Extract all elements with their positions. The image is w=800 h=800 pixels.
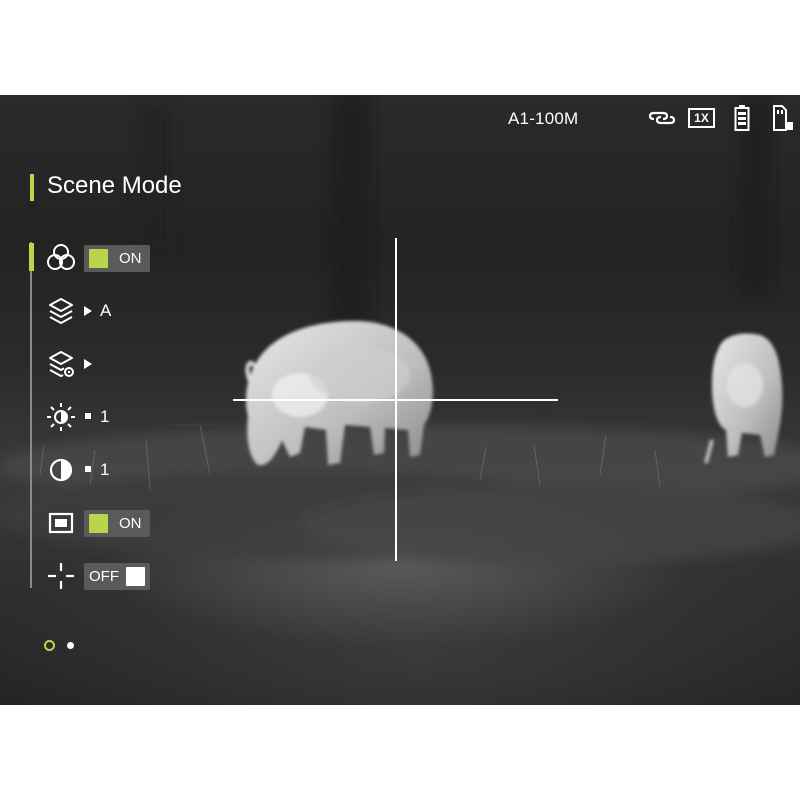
page-dot[interactable] [67, 642, 74, 649]
toggle-knob [89, 514, 108, 533]
page-dot-current[interactable] [44, 640, 55, 651]
layers-icon [49, 298, 73, 324]
submenu-arrow-icon [84, 306, 92, 316]
crosshair-icon [48, 563, 74, 589]
menu-active-indicator [29, 243, 34, 271]
palette-toggle[interactable]: ON [84, 245, 150, 272]
link-icon [648, 111, 676, 125]
toggle-knob [126, 567, 145, 586]
contrast-icon [49, 458, 73, 482]
zoom-level-label: 1X [694, 111, 709, 125]
range-mode-label: A1-100M [508, 109, 579, 128]
reticle-toggle[interactable]: OFF [84, 563, 150, 590]
zoom-1x-icon: 1X [688, 108, 715, 128]
battery-icon [734, 105, 750, 131]
value-marker-icon [85, 466, 91, 472]
toggle-state-label: ON [119, 250, 142, 267]
brightness-sun-icon [47, 403, 75, 431]
layers-settings-icon [49, 351, 74, 377]
scene-layer-value: A [100, 301, 112, 320]
submenu-arrow-icon [84, 359, 92, 369]
brightness-value: 1 [100, 407, 110, 426]
value-marker-icon [85, 413, 91, 419]
menu-title: Scene Mode [47, 172, 182, 199]
contrast-value: 1 [100, 460, 110, 479]
toggle-state-label: OFF [89, 568, 119, 585]
thermal-viewfinder-screen: A1-100M 1X Scene Mode ON A 1 1 ON OFF [0, 95, 800, 705]
pip-toggle[interactable]: ON [84, 510, 150, 537]
menu-scroll-line [30, 242, 32, 588]
pip-frame-icon [48, 512, 74, 534]
reticle-horizontal-line [233, 399, 558, 401]
toggle-state-label: ON [119, 515, 142, 532]
storage-card-icon [773, 105, 793, 131]
toggle-knob [89, 249, 108, 268]
palette-circles-icon [47, 244, 75, 270]
title-accent-bar [30, 174, 34, 201]
